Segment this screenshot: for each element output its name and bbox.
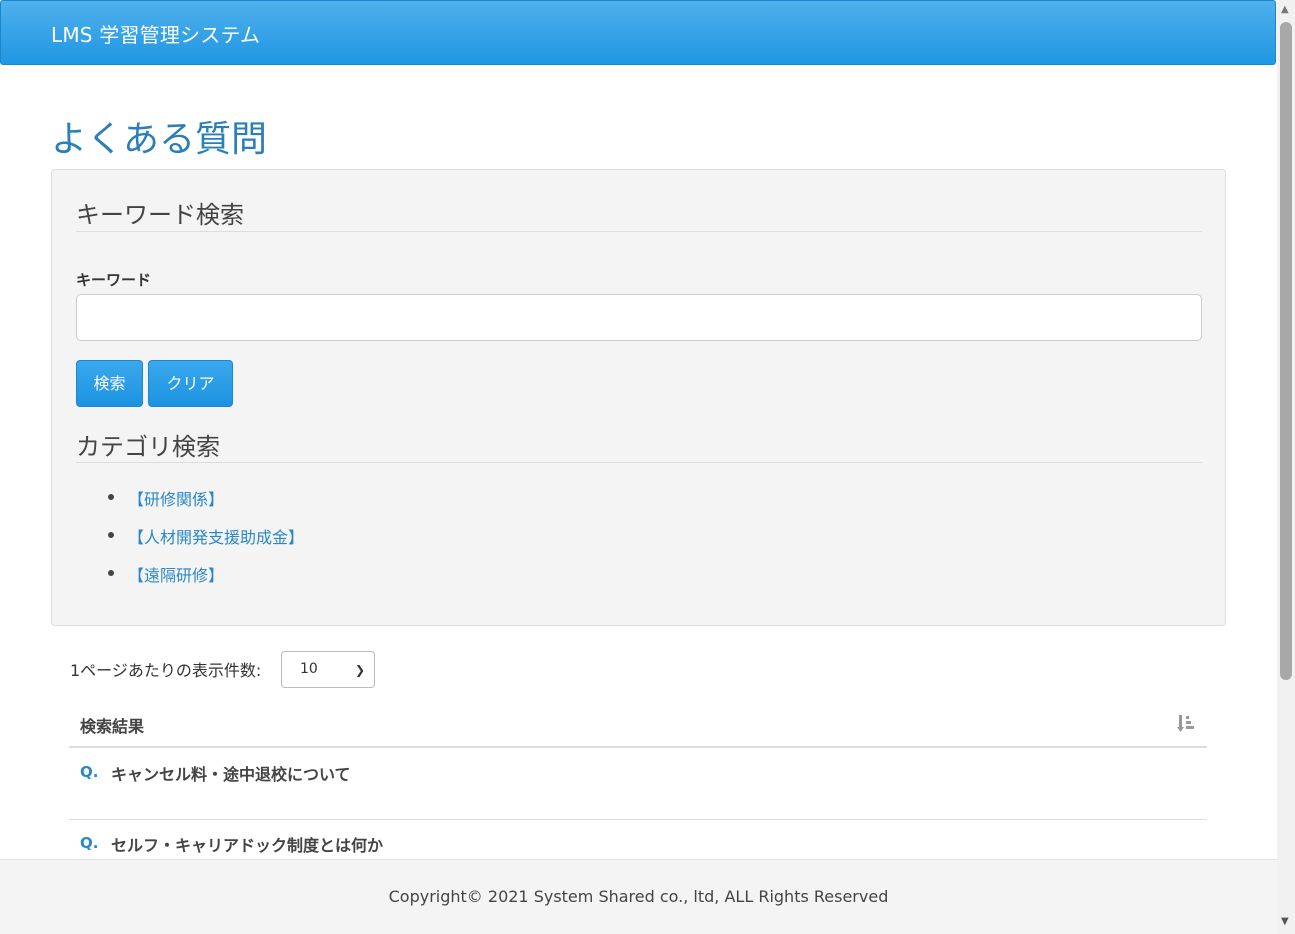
clear-button[interactable]: クリア — [148, 360, 233, 407]
copyright-text: Copyright© 2021 System Shared co., ltd, … — [388, 887, 889, 906]
keyword-input[interactable] — [76, 294, 1202, 341]
table-row[interactable]: Q. キャンセル料・途中退校について — [69, 749, 1207, 820]
per-page-label: 1ページあたりの表示件数: — [70, 661, 262, 680]
question-marker: Q. — [80, 763, 99, 781]
question-title[interactable]: セルフ・キャリアドック制度とは何か — [111, 832, 383, 856]
bullet-icon — [108, 532, 114, 538]
category-link-subsidy[interactable]: 【人材開発支援助成金】 — [128, 524, 304, 548]
question-title[interactable]: キャンセル料・途中退校について — [111, 761, 351, 785]
results-header: 検索結果 — [69, 700, 1207, 748]
search-button[interactable]: 検索 — [76, 360, 143, 407]
vertical-scrollbar[interactable]: ▲ ▼ — [1277, 0, 1295, 934]
keyword-label: キーワード — [76, 271, 152, 289]
brand-title[interactable]: LMS 学習管理システム — [51, 19, 260, 48]
divider — [76, 231, 1202, 232]
sort-descending-icon[interactable] — [1177, 714, 1197, 734]
keyword-search-title: キーワード検索 — [76, 201, 244, 229]
navbar: LMS 学習管理システム — [0, 0, 1276, 65]
per-page-select[interactable]: 10 ❯ — [281, 651, 375, 688]
category-search-title: カテゴリ検索 — [76, 433, 220, 461]
scroll-up-arrow-icon[interactable]: ▲ — [1281, 4, 1289, 15]
results-title: 検索結果 — [80, 717, 145, 736]
bullet-icon — [108, 570, 114, 576]
search-panel: キーワード検索 キーワード 検索 クリア カテゴリ検索 【研修関係】 【人材開発… — [51, 169, 1226, 626]
footer: Copyright© 2021 System Shared co., ltd, … — [0, 859, 1277, 934]
divider — [76, 462, 1202, 463]
category-link-remote[interactable]: 【遠隔研修】 — [128, 562, 224, 586]
bullet-icon — [108, 494, 114, 500]
per-page-value: 10 — [300, 661, 318, 677]
page-title: よくある質問 — [51, 119, 268, 160]
page-viewport: LMS 学習管理システム よくある質問 キーワード検索 キーワード 検索 クリア… — [0, 0, 1277, 934]
scroll-down-arrow-icon[interactable]: ▼ — [1281, 916, 1289, 927]
chevron-down-icon: ❯ — [354, 663, 365, 677]
category-link-training[interactable]: 【研修関係】 — [128, 486, 224, 510]
scroll-thumb[interactable] — [1280, 22, 1292, 680]
question-marker: Q. — [80, 834, 99, 852]
